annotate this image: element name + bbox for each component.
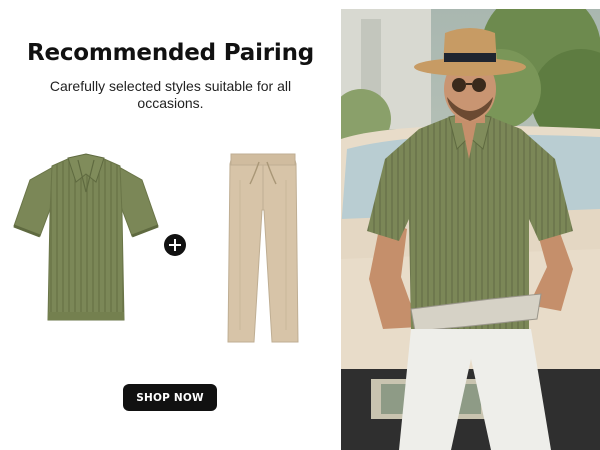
- polo-shirt-image[interactable]: [12, 152, 160, 324]
- model-lifestyle-photo: [341, 9, 600, 450]
- recommendation-panel: Recommended Pairing Carefully selected s…: [0, 0, 341, 450]
- page-title: Recommended Pairing: [26, 40, 315, 66]
- page-subtitle: Carefully selected styles suitable for a…: [49, 78, 292, 111]
- plus-icon: [164, 234, 186, 256]
- khaki-pants-image[interactable]: [226, 150, 300, 345]
- shop-now-button[interactable]: SHOP NOW: [123, 384, 217, 411]
